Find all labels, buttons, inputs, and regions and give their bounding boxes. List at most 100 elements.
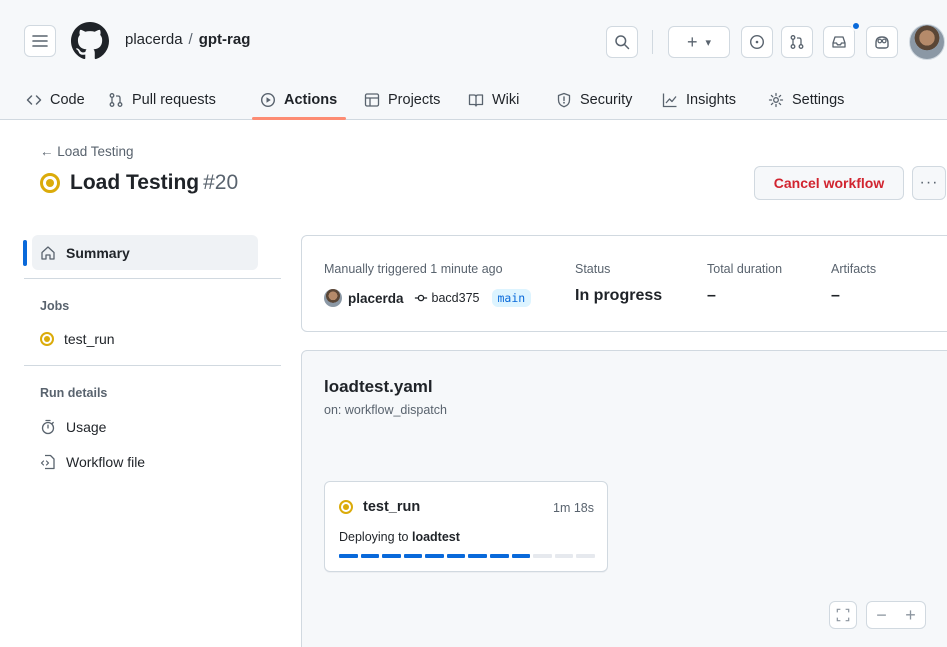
search-button[interactable] [606, 26, 638, 58]
issues-button[interactable] [741, 26, 773, 58]
tab-code[interactable]: Code [26, 80, 85, 120]
job-step-prefix: Deploying to [339, 530, 412, 544]
artifacts-label: Artifacts [831, 262, 877, 276]
in-progress-status-icon [40, 173, 60, 193]
tab-wiki[interactable]: Wiki [468, 80, 519, 120]
fit-to-screen-button[interactable] [829, 601, 857, 629]
tab-label: Settings [792, 92, 845, 108]
tab-label: Insights [686, 92, 736, 108]
trigger-label: Manually triggered 1 minute ago [324, 262, 503, 276]
duration-label: Total duration [707, 262, 783, 276]
screen-full-icon [836, 608, 850, 622]
progress-segment [446, 554, 466, 558]
sidebar-divider [24, 365, 281, 366]
file-code-icon [40, 454, 56, 470]
page-title: Load Testing #20 [40, 171, 238, 195]
repo-nav-tabs: Code Pull requests Actions Projects Wiki… [0, 80, 947, 120]
commit-sha: bacd375 [431, 291, 480, 305]
sidebar-item-usage[interactable]: Usage [40, 419, 106, 435]
back-to-workflow-link[interactable]: ← Load Testing [40, 144, 134, 159]
inbox-button[interactable] [823, 26, 855, 58]
tab-actions[interactable]: Actions [260, 80, 337, 120]
run-details-heading: Run details [40, 386, 108, 400]
status-label: Status [575, 262, 611, 276]
jobs-heading: Jobs [40, 299, 70, 313]
workflow-file-name: loadtest.yaml [324, 377, 433, 396]
table-icon [364, 92, 380, 108]
run-title-text: Load Testing [70, 171, 200, 194]
code-icon [26, 92, 42, 108]
tab-label: Wiki [492, 92, 520, 108]
tab-settings[interactable]: Settings [768, 80, 844, 120]
issue-opened-icon [749, 34, 765, 50]
user-avatar[interactable] [909, 24, 945, 60]
actor-name-link[interactable]: placerda [348, 291, 404, 306]
zoom-in-button[interactable]: + [905, 605, 916, 626]
tab-security[interactable]: Security [556, 80, 632, 120]
artifacts-value: – [831, 287, 840, 304]
hamburger-icon [32, 35, 48, 47]
in-progress-status-icon [339, 500, 353, 514]
progress-segment [533, 554, 552, 558]
actor-avatar[interactable] [324, 289, 342, 307]
tab-insights[interactable]: Insights [662, 80, 736, 120]
sidebar-item-test-run[interactable]: test_run [40, 331, 115, 347]
job-name: test_run [363, 499, 421, 515]
git-commit-icon [414, 294, 427, 302]
stopwatch-icon [40, 419, 56, 435]
gear-icon [768, 92, 784, 108]
branch-badge[interactable]: main [491, 289, 532, 307]
shield-icon [556, 92, 572, 108]
sidebar-item-label: Workflow file [66, 454, 146, 470]
progress-segment [403, 554, 423, 558]
more-options-button[interactable]: ··· [912, 166, 946, 200]
job-current-step: Deploying to loadtest [339, 530, 460, 544]
notification-indicator [851, 21, 861, 31]
tab-pull-requests[interactable]: Pull requests [108, 80, 216, 120]
graph-icon [662, 92, 678, 108]
tab-label: Pull requests [132, 92, 216, 108]
sidebar-item-workflow-file[interactable]: Workflow file [40, 454, 145, 470]
progress-segment [360, 554, 380, 558]
github-logo-icon[interactable] [71, 22, 109, 60]
copilot-button[interactable] [866, 26, 898, 58]
in-progress-status-icon [40, 332, 54, 346]
pull-request-icon [108, 92, 124, 108]
duration-value: – [707, 287, 716, 304]
job-card-test-run[interactable]: test_run 1m 18s Deploying to loadtest [324, 481, 608, 572]
pull-request-icon [790, 35, 804, 49]
commit-link[interactable]: bacd375 [414, 291, 480, 305]
home-icon [40, 245, 56, 261]
zoom-out-button[interactable]: − [876, 605, 887, 626]
breadcrumb-separator: / [188, 31, 193, 48]
status-value: In progress [575, 287, 663, 304]
breadcrumb: placerda / gpt-rag [125, 31, 250, 48]
inbox-icon [832, 36, 846, 48]
environment-name[interactable]: loadtest [412, 530, 460, 544]
repo-name-link[interactable]: gpt-rag [199, 31, 251, 48]
job-duration: 1m 18s [553, 501, 594, 515]
tab-projects[interactable]: Projects [364, 80, 440, 120]
sidebar-active-indicator [23, 240, 27, 266]
kebab-horizontal-icon: ··· [919, 174, 939, 191]
job-header: test_run [339, 499, 420, 515]
plus-icon: + [686, 31, 698, 52]
tab-label: Actions [284, 92, 338, 108]
progress-segment [339, 554, 358, 558]
header-divider [652, 30, 653, 54]
run-summary-card: Manually triggered 1 minute ago placerda… [301, 235, 947, 332]
repo-owner-link[interactable]: placerda [125, 31, 183, 48]
cancel-workflow-button[interactable]: Cancel workflow [754, 166, 904, 200]
pull-requests-button[interactable] [781, 26, 813, 58]
menu-button[interactable] [24, 25, 56, 57]
book-icon [468, 92, 484, 108]
tab-label: Security [580, 92, 633, 108]
sidebar-divider [24, 278, 281, 279]
chevron-down-icon: ▾ [705, 36, 712, 49]
sidebar-item-label: Usage [66, 419, 107, 435]
sidebar-item-summary[interactable]: Summary [32, 235, 258, 270]
run-actor: placerda bacd375 main [324, 289, 532, 307]
active-tab-indicator [252, 117, 346, 120]
progress-segment [382, 554, 401, 558]
create-new-button[interactable]: + ▾ [668, 26, 730, 58]
